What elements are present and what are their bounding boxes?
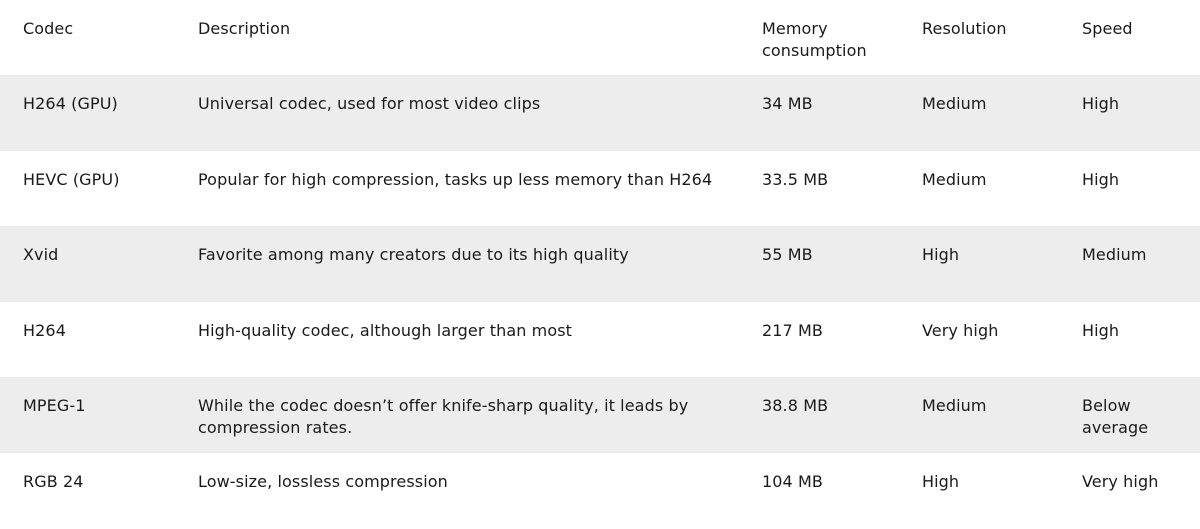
- cell-speed: High: [1082, 320, 1120, 340]
- cell-resolution: Very high: [922, 320, 999, 340]
- cell-resolution: Medium: [922, 94, 987, 113]
- codec-comparison-table: Codec Description Memory consumption Res…: [0, 0, 1200, 529]
- cell-speed: High: [1082, 94, 1120, 113]
- cell-memory: 217 MB: [762, 320, 824, 340]
- cell-memory: 34 MB: [762, 94, 813, 113]
- cell-speed: Below average: [1082, 396, 1149, 438]
- header-resolution: Resolution: [922, 19, 1007, 38]
- cell-speed: High: [1082, 169, 1120, 189]
- cell-description: Popular for high compression, tasks up l…: [198, 169, 713, 189]
- header-description: Description: [198, 19, 291, 38]
- cell-memory: 38.8 MB: [762, 396, 829, 416]
- cell-description: High-quality codec, although larger than…: [198, 320, 573, 340]
- cell-memory: 104 MB: [762, 471, 824, 491]
- table-row: Xvid Favorite among many creators due to…: [0, 226, 1200, 302]
- header-memory: Memory consumption: [762, 19, 867, 60]
- cell-codec: H264 (GPU): [23, 94, 118, 113]
- cell-memory: 33.5 MB: [762, 169, 829, 189]
- table-row: H264 High-quality codec, although larger…: [0, 302, 1200, 378]
- cell-speed: Medium: [1082, 245, 1147, 265]
- cell-speed: Very high: [1082, 471, 1159, 491]
- cell-codec: RGB 24: [23, 471, 84, 491]
- cell-resolution: High: [922, 471, 960, 491]
- cell-codec: HEVC (GPU): [23, 169, 120, 189]
- header-codec: Codec: [23, 19, 74, 38]
- table-row: RGB 24 Low-size, lossless compression 10…: [0, 453, 1200, 529]
- cell-codec: Xvid: [23, 245, 59, 265]
- cell-description: While the codec doesn’t offer knife-shar…: [198, 396, 689, 438]
- cell-description: Favorite among many creators due to its …: [198, 245, 629, 265]
- table-row: HEVC (GPU) Popular for high compression,…: [0, 151, 1200, 227]
- cell-resolution: High: [922, 245, 960, 265]
- table-row: MPEG-1 While the codec doesn’t offer kni…: [0, 377, 1200, 453]
- table-header-row: Codec Description Memory consumption Res…: [0, 0, 1200, 75]
- cell-codec: MPEG-1: [23, 396, 86, 416]
- cell-description: Low-size, lossless compression: [198, 471, 448, 491]
- cell-resolution: Medium: [922, 169, 987, 189]
- cell-description: Universal codec, used for most video cli…: [198, 94, 541, 113]
- cell-codec: H264: [23, 320, 66, 340]
- cell-memory: 55 MB: [762, 245, 813, 265]
- header-speed: Speed: [1082, 19, 1133, 38]
- cell-resolution: Medium: [922, 396, 987, 416]
- table-row: H264 (GPU) Universal codec, used for mos…: [0, 75, 1200, 151]
